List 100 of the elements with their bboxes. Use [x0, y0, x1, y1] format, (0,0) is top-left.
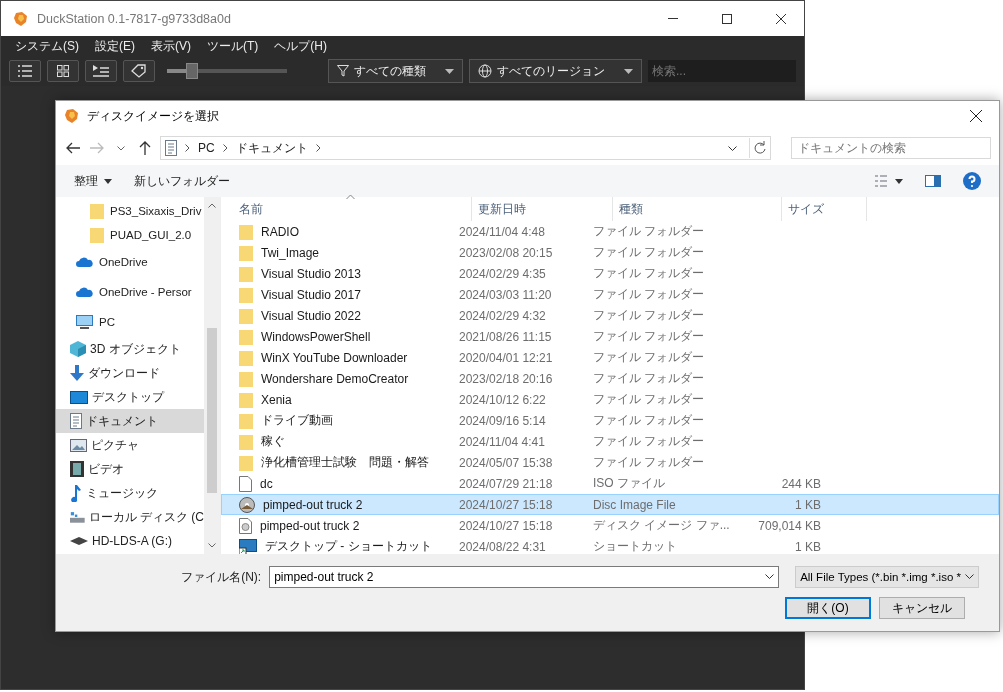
- command-button[interactable]: 整理: [74, 172, 112, 190]
- nav-item[interactable]: ローカル ディスク (C: [56, 505, 204, 529]
- tag-icon: [131, 64, 147, 78]
- chevron-down-icon[interactable]: [117, 145, 125, 151]
- type-cell-text: ファイル フォルダー: [592, 265, 706, 282]
- type-cell-text: ファイル フォルダー: [592, 244, 706, 261]
- sort-caret-icon: [346, 194, 355, 200]
- list-icon: [18, 65, 32, 77]
- nav-item[interactable]: 3D オブジェクト: [56, 337, 204, 361]
- nav-item[interactable]: HD-LDS-A (G:): [56, 529, 204, 553]
- menu-item[interactable]: ヘルプ(H): [266, 37, 335, 55]
- menu-item[interactable]: 設定(E): [87, 37, 143, 55]
- back-arrow-icon[interactable]: [66, 142, 80, 154]
- nav-item[interactable]: PS3_Sixaxis_Driv: [56, 199, 204, 223]
- nav-item[interactable]: PC: [56, 307, 204, 337]
- breadcrumb[interactable]: ドキュメント: [235, 139, 308, 157]
- column-header[interactable]: 種類: [613, 197, 782, 221]
- chevron-right-icon: [315, 144, 321, 152]
- preview-pane-icon[interactable]: [925, 175, 941, 187]
- menu-item[interactable]: ツール(T): [199, 37, 267, 55]
- type-cell-text: ファイル フォルダー: [592, 433, 706, 450]
- toolbar-button[interactable]: [9, 60, 41, 82]
- zoom-slider[interactable]: [167, 63, 287, 79]
- toolbar-button[interactable]: [85, 60, 117, 82]
- type-filter-dropdown[interactable]: すべての種類: [328, 59, 463, 83]
- up-arrow-icon[interactable]: [139, 141, 151, 155]
- date-cell-text: 2024/10/27 15:18: [458, 496, 554, 514]
- type-cell-text: ファイル フォルダー: [592, 349, 706, 366]
- date-cell-text: 2024/08/22 4:31: [458, 538, 547, 556]
- type-cell-text: ファイル フォルダー: [592, 328, 706, 345]
- toolbar-button[interactable]: [123, 60, 155, 82]
- file-name-cell[interactable]: Visual Studio 2017: [221, 284, 453, 305]
- date-cell-text: 2024/11/04 4:41: [458, 433, 546, 451]
- maximize-icon[interactable]: [722, 13, 732, 24]
- nav-item[interactable]: OneDrive - Persor: [56, 277, 204, 307]
- close-icon[interactable]: [776, 13, 786, 24]
- duck-logo-icon: [13, 10, 29, 27]
- nav-item[interactable]: ピクチャ: [56, 433, 204, 457]
- slider-thumb[interactable]: [186, 63, 198, 79]
- file-name-cell[interactable]: ドライブ動画: [221, 410, 453, 431]
- nav-item[interactable]: OneDrive: [56, 247, 204, 277]
- duck-logo-icon: [64, 108, 80, 124]
- column-header[interactable]: サイズ: [782, 197, 867, 221]
- filename-field[interactable]: pimped-out truck 2: [269, 566, 780, 588]
- disc-icon: [239, 496, 255, 513]
- breadcrumb[interactable]: PC: [198, 141, 215, 155]
- cube-icon: [70, 341, 86, 357]
- date-cell-text: 2024/02/29 4:35: [458, 265, 547, 283]
- search-field[interactable]: 検索...: [648, 60, 796, 82]
- file-name-cell[interactable]: Xenia: [221, 389, 453, 410]
- file-name-cell[interactable]: 浄化槽管理士試験 問題・解答: [221, 452, 453, 473]
- file-name-cell[interactable]: WindowsPowerShell: [221, 326, 453, 347]
- nav-item[interactable]: ダウンロード: [56, 361, 204, 385]
- column-header[interactable]: 更新日時: [472, 197, 613, 221]
- date-cell-text: 2024/09/16 5:14: [458, 412, 547, 430]
- nav-item[interactable]: ビデオ: [56, 457, 204, 481]
- file-name-cell[interactable]: pimped-out truck 2: [221, 494, 453, 515]
- file-name-cell[interactable]: Wondershare DemoCreator: [221, 368, 453, 389]
- type-cell-text: ファイル フォルダー: [592, 391, 706, 408]
- date-cell-text: 2020/04/01 12:21: [458, 349, 554, 367]
- menu-item[interactable]: 表示(V): [143, 37, 199, 55]
- file-name-cell[interactable]: デスクトップ - ショートカット: [221, 536, 453, 557]
- date-cell-text: 2023/02/08 20:15: [458, 244, 554, 262]
- file-name-cell[interactable]: Twi_Image: [221, 242, 453, 263]
- column-header[interactable]: 名前: [221, 197, 472, 221]
- size-cell-text: 1 KB: [794, 538, 822, 556]
- file-name-cell[interactable]: 稼ぐ: [221, 431, 453, 452]
- search-field[interactable]: ドキュメントの検索: [791, 137, 991, 159]
- file-name-cell[interactable]: WinX YouTube Downloader: [221, 347, 453, 368]
- nav-item[interactable]: ミュージック: [56, 481, 204, 505]
- file-name-cell[interactable]: Visual Studio 2013: [221, 263, 453, 284]
- scroll-down-icon[interactable]: [208, 543, 216, 548]
- close-icon[interactable]: [970, 110, 982, 122]
- command-button[interactable]: 新しいフォルダー: [134, 172, 230, 190]
- folder-icon: [239, 265, 253, 282]
- folder-icon: [239, 412, 253, 429]
- file-name-cell[interactable]: RADIO: [221, 221, 453, 242]
- open-button[interactable]: 開く(O): [785, 597, 871, 619]
- file-name-cell[interactable]: Visual Studio 2022: [221, 305, 453, 326]
- scroll-up-icon[interactable]: [208, 203, 216, 208]
- file-type-dropdown[interactable]: All File Types (*.bin *.img *.iso *: [795, 566, 979, 588]
- address-bar[interactable]: PC ドキュメント: [160, 136, 771, 160]
- file-name-cell[interactable]: dc: [221, 473, 453, 494]
- toolbar-button[interactable]: [47, 60, 79, 82]
- play-list-icon: [93, 65, 109, 77]
- menu-item[interactable]: システム(S): [7, 37, 87, 55]
- region-filter-dropdown[interactable]: すべてのリージョン: [469, 59, 642, 83]
- view-options-icon[interactable]: [875, 175, 903, 187]
- type-cell-text: ファイル フォルダー: [592, 286, 706, 303]
- nav-item[interactable]: PUAD_GUI_2.0: [56, 223, 204, 247]
- chevron-down-icon: [728, 146, 737, 152]
- nav-item[interactable]: ドキュメント: [56, 409, 204, 433]
- type-cell-text: ファイル フォルダー: [592, 412, 706, 429]
- date-cell-text: 2024/10/27 15:18: [458, 517, 554, 535]
- file-name-cell[interactable]: pimped-out truck 2: [221, 515, 453, 536]
- nav-item[interactable]: デスクトップ: [56, 385, 204, 409]
- date-cell-text: 2024/10/12 6:22: [458, 391, 547, 409]
- help-icon[interactable]: [963, 172, 981, 190]
- cancel-button[interactable]: キャンセル: [879, 597, 965, 619]
- scrollbar[interactable]: [204, 197, 220, 554]
